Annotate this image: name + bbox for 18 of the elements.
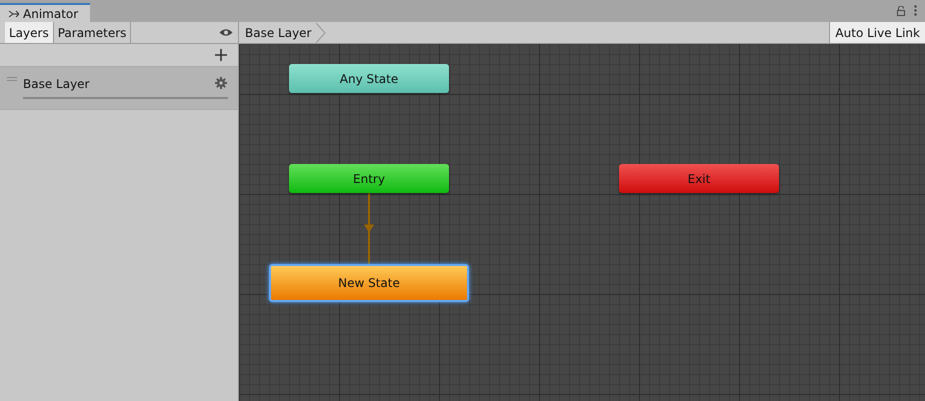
arrow-icon [9, 10, 19, 18]
add-icon[interactable] [215, 49, 227, 61]
more-icon[interactable] [914, 5, 917, 16]
state-node[interactable]: Entry [289, 164, 449, 193]
auto-live-link-button[interactable]: Auto Live Link [829, 22, 925, 43]
settings-icon[interactable] [215, 77, 227, 89]
eye-icon[interactable] [219, 28, 233, 37]
state-node[interactable]: New State [269, 264, 469, 302]
transition-arrow[interactable] [363, 193, 375, 264]
layer-item[interactable]: Base Layer [0, 67, 238, 110]
layer-name: Base Layer [23, 77, 90, 91]
breadcrumb-item[interactable]: Base Layer [239, 22, 326, 43]
state-node[interactable]: Any State [289, 64, 449, 93]
lock-icon[interactable] [897, 6, 905, 16]
panel-tab[interactable]: Layers [5, 22, 54, 43]
window-tab[interactable]: Animator [0, 3, 90, 22]
state-node[interactable]: Exit [619, 164, 779, 193]
drag-handle-icon[interactable] [7, 77, 17, 81]
